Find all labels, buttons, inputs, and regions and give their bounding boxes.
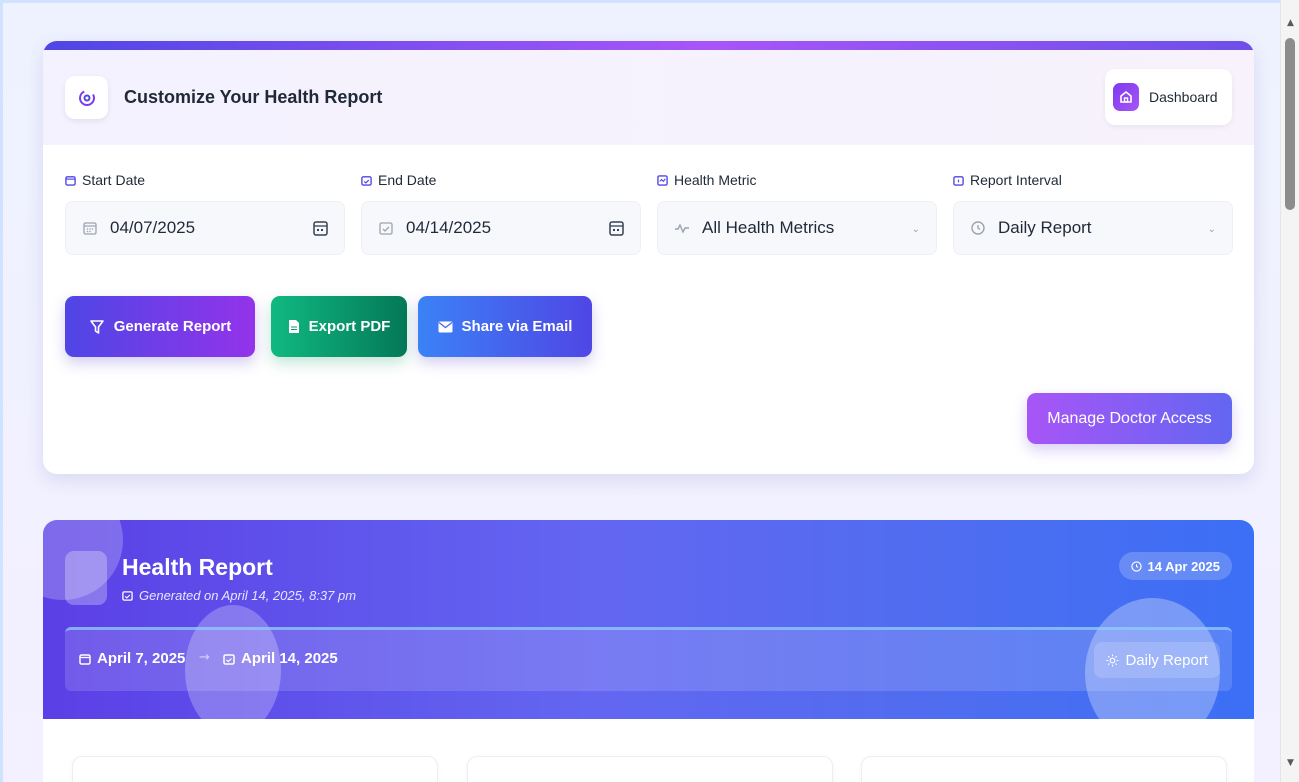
calendar-check-icon	[361, 175, 372, 186]
filter-icon	[89, 319, 104, 334]
customize-card: Customize Your Health Report Dashboard S…	[43, 41, 1254, 474]
dashboard-label: Dashboard	[1149, 89, 1218, 105]
clock-icon	[1131, 560, 1143, 572]
logo-box	[65, 76, 108, 119]
date-range-bar: April 7, 2025 → April 14, 2025 Daily Rep…	[65, 627, 1232, 691]
chart-square-icon	[657, 174, 668, 186]
report-title: Health Report	[122, 554, 273, 580]
export-pdf-button[interactable]: Export PDF	[271, 296, 407, 357]
range-end: April 14, 2025	[223, 650, 338, 667]
home-icon	[1113, 83, 1139, 111]
start-date-label: Start Date	[65, 171, 345, 189]
manage-doctor-access-button[interactable]: Manage Doctor Access	[1027, 393, 1232, 444]
page-title: Customize Your Health Report	[124, 87, 383, 107]
report-interval-pill: Daily Report	[1094, 642, 1220, 678]
calendar-check-icon	[379, 222, 393, 235]
scroll-up-arrow-icon[interactable]: ▲	[1281, 14, 1299, 32]
calendar-picker-icon[interactable]	[609, 220, 624, 236]
metric-card[interactable]	[467, 756, 833, 782]
report-date-badge: 14 Apr 2025	[1119, 552, 1232, 580]
health-metric-group: Health Metric All Health Metrics ⌄	[657, 171, 937, 255]
calendar-icon	[79, 653, 91, 665]
scroll-thumb[interactable]	[1285, 38, 1295, 210]
report-generated: Generated on April 14, 2025, 8:37 pm	[122, 588, 356, 603]
card-accent-bar	[43, 41, 1254, 50]
report-icon	[65, 551, 107, 605]
start-date-group: Start Date 04/07/2025	[65, 171, 345, 255]
chevron-down-icon: ⌄	[1207, 224, 1216, 235]
generate-report-button[interactable]: Generate Report	[65, 296, 255, 357]
vertical-scrollbar[interactable]: ▲ ▼	[1280, 0, 1299, 782]
arrow-right-icon: →	[199, 650, 210, 665]
app-frame: Customize Your Health Report Dashboard S…	[0, 0, 1280, 782]
share-email-button[interactable]: Share via Email	[418, 296, 592, 357]
calendar-picker-icon[interactable]	[313, 220, 328, 236]
metric-cards-row	[43, 719, 1254, 782]
report-interval-select[interactable]: Daily Report ⌄	[953, 201, 1233, 255]
dashboard-button[interactable]: Dashboard	[1105, 69, 1232, 125]
end-date-label: End Date	[361, 171, 641, 189]
chevron-down-icon: ⌄	[911, 224, 920, 235]
calendar-grid-icon	[83, 222, 97, 235]
end-date-input[interactable]: 04/14/2025	[361, 201, 641, 255]
report-interval-label: Report Interval	[953, 171, 1233, 189]
health-metric-label: Health Metric	[657, 171, 937, 189]
clock-icon	[971, 221, 985, 235]
range-start: April 7, 2025	[79, 650, 185, 667]
health-metric-select[interactable]: All Health Metrics ⌄	[657, 201, 937, 255]
calendar-check-icon	[122, 591, 133, 601]
end-date-group: End Date 04/14/2025	[361, 171, 641, 255]
start-date-value: 04/07/2025	[110, 218, 196, 237]
scroll-down-arrow-icon[interactable]: ▼	[1281, 754, 1299, 772]
calendar-clock-icon	[953, 175, 964, 186]
calendar-icon	[65, 175, 76, 186]
report-interval-group: Report Interval Daily Report ⌄	[953, 171, 1233, 255]
file-icon	[288, 320, 299, 333]
start-date-input[interactable]: 04/07/2025	[65, 201, 345, 255]
health-report-card: Health Report Generated on April 14, 202…	[43, 520, 1254, 782]
calendar-check-icon	[223, 653, 235, 665]
metric-card[interactable]	[72, 756, 438, 782]
metric-card[interactable]	[861, 756, 1227, 782]
health-metric-value: All Health Metrics	[702, 218, 835, 237]
card-header: Customize Your Health Report Dashboard	[43, 50, 1254, 145]
envelope-icon	[438, 321, 453, 332]
sun-icon	[1106, 653, 1120, 667]
report-hero: Health Report Generated on April 14, 202…	[43, 520, 1254, 719]
settings-swirl-icon	[78, 89, 95, 106]
report-interval-value: Daily Report	[998, 218, 1092, 237]
heartbeat-icon	[675, 223, 689, 234]
end-date-value: 04/14/2025	[406, 218, 492, 237]
